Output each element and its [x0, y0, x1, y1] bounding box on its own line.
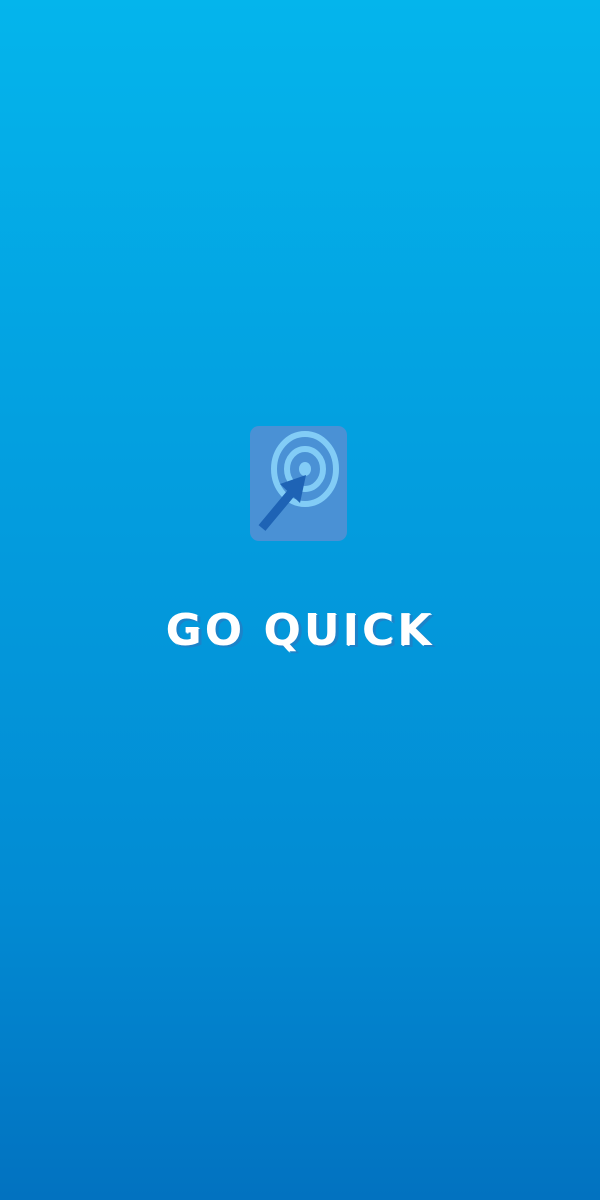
- app-logo: [250, 426, 347, 541]
- target-arrow-icon: [250, 426, 347, 541]
- target-center: [299, 462, 311, 476]
- app-title: GO QUICK: [165, 605, 435, 656]
- splash-screen: GO QUICK: [0, 0, 600, 1200]
